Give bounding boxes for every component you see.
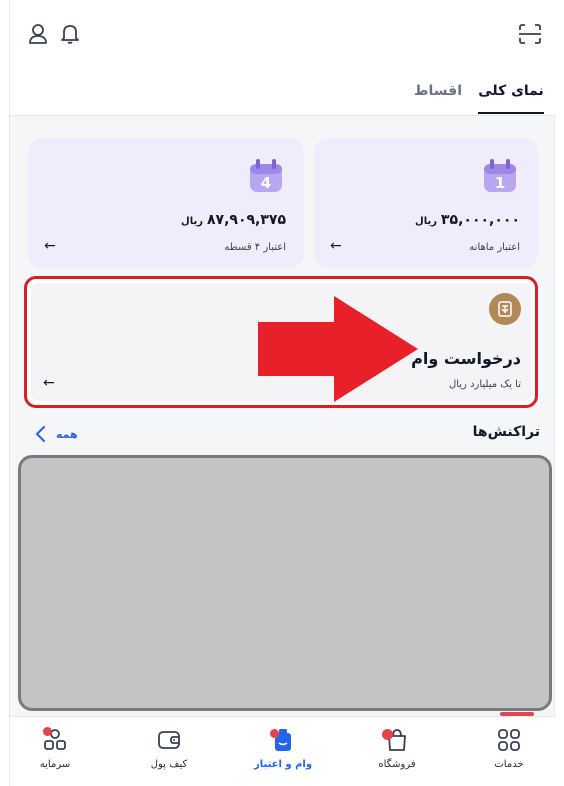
nav-label: خدمات xyxy=(494,759,524,770)
bell-icon[interactable] xyxy=(56,20,84,48)
bottom-nav: سرمایه کیف پول وام و اعتبار فروشگاه خدما… xyxy=(10,716,556,786)
loan-subtitle: تا یک میلیارد ریال xyxy=(448,379,521,390)
arrow-left-icon[interactable]: ← xyxy=(330,238,342,254)
transactions-title: تراکنش‌ها xyxy=(472,424,540,440)
nav-label: سرمایه xyxy=(39,759,71,770)
shopping-bag-icon xyxy=(382,727,410,753)
top-bar xyxy=(10,0,556,66)
arrow-left-icon[interactable]: ← xyxy=(44,238,56,254)
notification-dot xyxy=(382,729,393,740)
transactions-header: تراکنش‌ها همه xyxy=(10,420,556,450)
chevron-left-icon[interactable] xyxy=(32,424,48,444)
notification-dot xyxy=(43,727,52,736)
card-installment-credit[interactable]: 4 ۸۷,۹۰۹,۳۷۵ریال اعتبار ۴ قسطه ← xyxy=(28,138,304,268)
profile-icon[interactable] xyxy=(24,20,52,48)
nav-shop[interactable]: فروشگاه xyxy=(352,727,442,783)
nav-loan-credit[interactable]: وام و اعتبار xyxy=(238,727,328,783)
redacted-transactions-block xyxy=(18,455,552,711)
nav-services[interactable]: خدمات xyxy=(464,727,554,783)
card-amount: ۸۷,۹۰۹,۳۷۵ریال xyxy=(181,212,286,228)
investment-icon xyxy=(42,727,68,753)
svg-text:1: 1 xyxy=(495,174,505,192)
nav-investment[interactable]: سرمایه xyxy=(10,727,100,783)
tab-overview[interactable]: نمای کلی xyxy=(478,74,544,114)
card-label: اعتبار ماهانه xyxy=(469,242,520,253)
qr-scan-icon[interactable] xyxy=(516,20,544,48)
calendar-icon: 1 xyxy=(484,159,516,192)
card-label: اعتبار ۴ قسطه xyxy=(224,242,286,253)
see-all-link[interactable]: همه xyxy=(56,428,78,441)
nav-label: کیف پول xyxy=(150,759,188,770)
nav-wallet[interactable]: کیف پول xyxy=(124,727,214,783)
svg-text:4: 4 xyxy=(261,174,271,192)
nav-label: وام و اعتبار xyxy=(253,759,313,770)
wallet-icon xyxy=(156,727,182,753)
calendar-icon: 4 xyxy=(250,159,282,192)
tab-installments[interactable]: اقساط xyxy=(408,74,468,114)
loan-badge-icon xyxy=(489,293,521,325)
loan-credit-icon xyxy=(270,727,296,753)
arrow-left-icon[interactable]: ← xyxy=(43,375,55,391)
loan-title: درخواست وام xyxy=(411,349,521,368)
app-frame: نمای کلی اقساط 1 ۳۵,۰۰۰,۰۰۰ریال اعتبار م… xyxy=(9,0,556,786)
red-arrow-icon xyxy=(258,296,418,402)
card-amount: ۳۵,۰۰۰,۰۰۰ریال xyxy=(415,212,520,228)
tab-bar: نمای کلی اقساط xyxy=(10,66,556,116)
card-monthly-credit[interactable]: 1 ۳۵,۰۰۰,۰۰۰ریال اعتبار ماهانه ← xyxy=(314,138,538,268)
grid-icon xyxy=(496,727,522,753)
notification-dot xyxy=(270,729,279,738)
nav-label: فروشگاه xyxy=(378,759,416,770)
